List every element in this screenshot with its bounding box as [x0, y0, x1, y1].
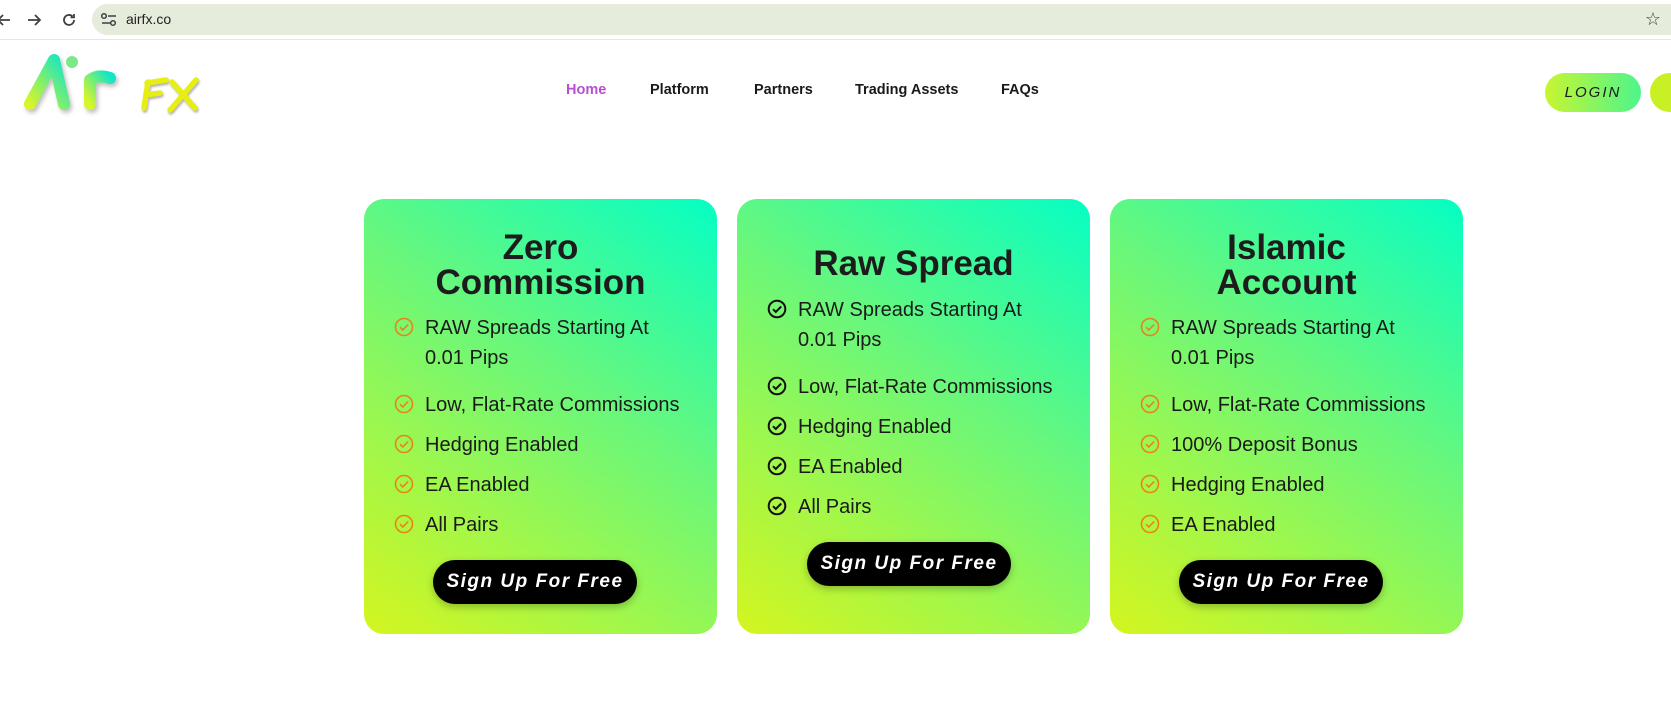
card-title: Raw Spread [813, 244, 1014, 283]
check-circle-icon [394, 434, 414, 454]
address-bar[interactable]: airfx.co ☆ [92, 4, 1671, 35]
feature-text: All Pairs [798, 496, 872, 518]
feature-text: All Pairs [425, 514, 499, 536]
account-card-islamic: Islamic Account RAW Spreads Starting At … [1110, 199, 1463, 634]
site-settings-icon[interactable] [100, 11, 118, 28]
account-card-raw-spread: Raw Spread RAW Spreads Starting At 0.01 … [737, 199, 1090, 634]
card-title: Islamic [1227, 228, 1346, 267]
check-circle-icon [767, 376, 787, 396]
feature-text: 0.01 Pips [1171, 347, 1255, 369]
bookmark-star-icon[interactable]: ☆ [1645, 9, 1661, 30]
feature-text: Hedging Enabled [798, 416, 952, 438]
signup-header-button[interactable] [1650, 73, 1671, 112]
nav-partners[interactable]: Partners [754, 82, 813, 98]
check-circle-icon [767, 456, 787, 476]
feature-text: RAW Spreads Starting At [798, 299, 1022, 321]
card-title: Commission [435, 263, 646, 302]
feature-text: EA Enabled [425, 474, 530, 496]
check-circle-icon [1140, 474, 1160, 494]
check-circle-icon [394, 514, 414, 534]
sign-up-button[interactable]: Sign Up For Free [433, 560, 637, 604]
check-circle-icon [1140, 514, 1160, 534]
feature-item: Low, Flat-Rate Commissions [767, 372, 1053, 402]
feature-item: Low, Flat-Rate Commissions [1140, 390, 1426, 420]
feature-item: EA Enabled [1140, 510, 1276, 540]
feature-item: Hedging Enabled [1140, 470, 1324, 500]
nav-faqs[interactable]: FAQs [1001, 82, 1039, 98]
feature-item: 100% Deposit Bonus [1140, 430, 1358, 460]
nav-trading-assets[interactable]: Trading Assets [855, 82, 958, 98]
feature-text: EA Enabled [798, 456, 903, 478]
feature-item: All Pairs [394, 510, 498, 540]
feature-text: RAW Spreads Starting At [1171, 317, 1395, 339]
check-circle-icon [394, 394, 414, 414]
feature-text: 0.01 Pips [798, 329, 882, 351]
account-card-zero-commission: Zero Commission RAW Spreads Starting At … [364, 199, 717, 634]
feature-text: Hedging Enabled [1171, 474, 1325, 496]
feature-item: RAW Spreads Starting At 0.01 Pips [1140, 313, 1395, 373]
forward-arrow-icon[interactable] [22, 8, 46, 32]
login-button[interactable]: LOGIN [1545, 73, 1641, 112]
reload-icon[interactable] [57, 8, 81, 32]
feature-text: RAW Spreads Starting At [425, 317, 649, 339]
browser-toolbar: airfx.co ☆ [0, 0, 1671, 40]
feature-text: Low, Flat-Rate Commissions [425, 394, 680, 416]
feature-text: Low, Flat-Rate Commissions [1171, 394, 1426, 416]
card-title: Account [1216, 263, 1357, 302]
feature-text: 100% Deposit Bonus [1171, 434, 1358, 456]
feature-text: EA Enabled [1171, 514, 1276, 536]
check-circle-icon [1140, 317, 1160, 337]
feature-item: RAW Spreads Starting At 0.01 Pips [767, 295, 1022, 355]
feature-text: Low, Flat-Rate Commissions [798, 376, 1053, 398]
check-circle-icon [767, 416, 787, 436]
feature-text: 0.01 Pips [425, 347, 509, 369]
feature-text: Hedging Enabled [425, 434, 579, 456]
card-title: Zero [502, 228, 579, 267]
feature-item: EA Enabled [767, 452, 903, 482]
feature-item: EA Enabled [394, 470, 530, 500]
check-circle-icon [767, 496, 787, 516]
url-text[interactable]: airfx.co [126, 11, 171, 27]
feature-item: Hedging Enabled [767, 412, 951, 442]
sign-up-button[interactable]: Sign Up For Free [807, 542, 1011, 586]
feature-item: RAW Spreads Starting At 0.01 Pips [394, 313, 649, 373]
nav-platform[interactable]: Platform [650, 82, 709, 98]
check-circle-icon [1140, 434, 1160, 454]
check-circle-icon [394, 474, 414, 494]
feature-item: All Pairs [767, 492, 871, 522]
sign-up-button[interactable]: Sign Up For Free [1179, 560, 1383, 604]
check-circle-icon [1140, 394, 1160, 414]
main-navigation: Home Platform Partners Trading Assets FA… [0, 82, 1671, 104]
feature-item: Low, Flat-Rate Commissions [394, 390, 680, 420]
feature-item: Hedging Enabled [394, 430, 578, 460]
check-circle-icon [394, 317, 414, 337]
back-arrow-icon[interactable] [0, 8, 16, 32]
check-circle-icon [767, 299, 787, 319]
nav-home[interactable]: Home [566, 82, 606, 98]
